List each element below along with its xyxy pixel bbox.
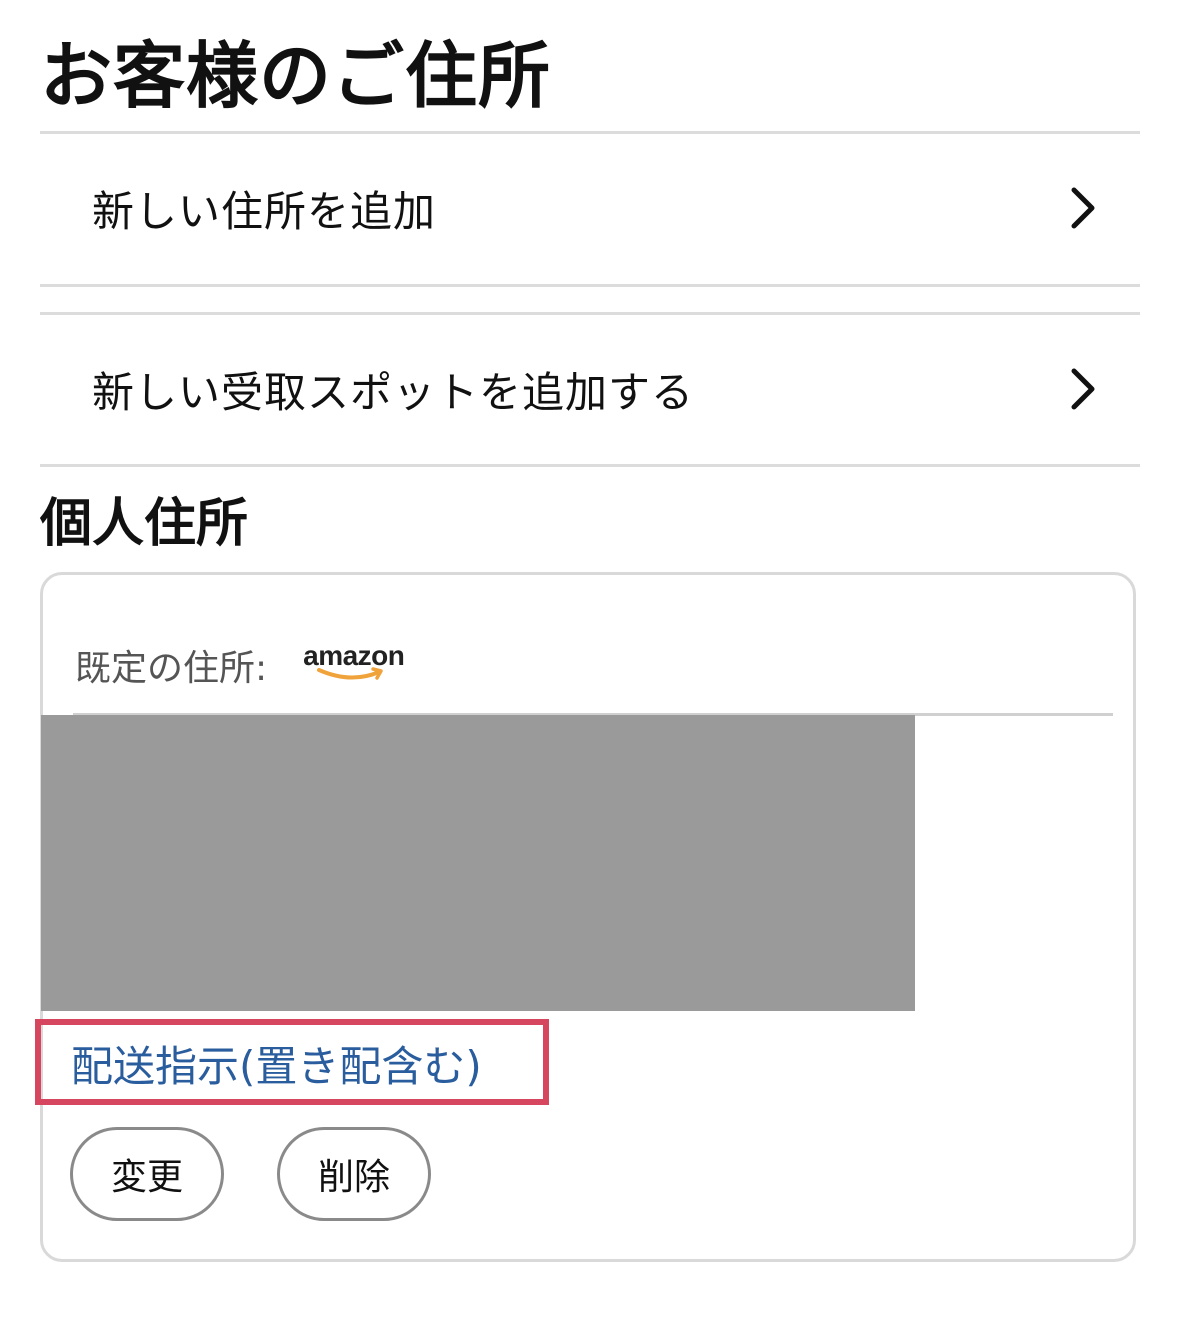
add-address-row[interactable]: 新しい住所を追加 xyxy=(40,133,1140,283)
section-title-personal: 個人住所 xyxy=(40,494,249,554)
divider-after-add-address xyxy=(40,284,1140,287)
default-address-row: 既定の住所: amazon xyxy=(75,635,423,695)
add-pickup-spot-row[interactable]: 新しい受取スポットを追加する xyxy=(40,314,1140,464)
add-pickup-spot-label: 新しい受取スポットを追加する xyxy=(92,367,695,417)
default-address-label: 既定の住所: xyxy=(75,648,268,689)
redacted-address-block xyxy=(41,715,915,1011)
change-button[interactable]: 変更 xyxy=(70,1127,224,1221)
delete-button[interactable]: 削除 xyxy=(277,1127,431,1221)
divider-after-pickup xyxy=(40,464,1140,467)
chevron-right-icon xyxy=(1071,187,1095,229)
address-card: 既定の住所: amazon 配送指示(置き配含む) 変更 削除 xyxy=(35,572,1136,1262)
amazon-logo: amazon xyxy=(303,640,423,690)
amazon-smile-icon xyxy=(317,667,383,680)
chevron-right-icon xyxy=(1071,368,1095,410)
page-title: お客様のご住所 xyxy=(40,34,552,118)
add-address-label: 新しい住所を追加 xyxy=(92,186,437,236)
delivery-instructions-link[interactable]: 配送指示(置き配含む) xyxy=(71,1033,482,1094)
